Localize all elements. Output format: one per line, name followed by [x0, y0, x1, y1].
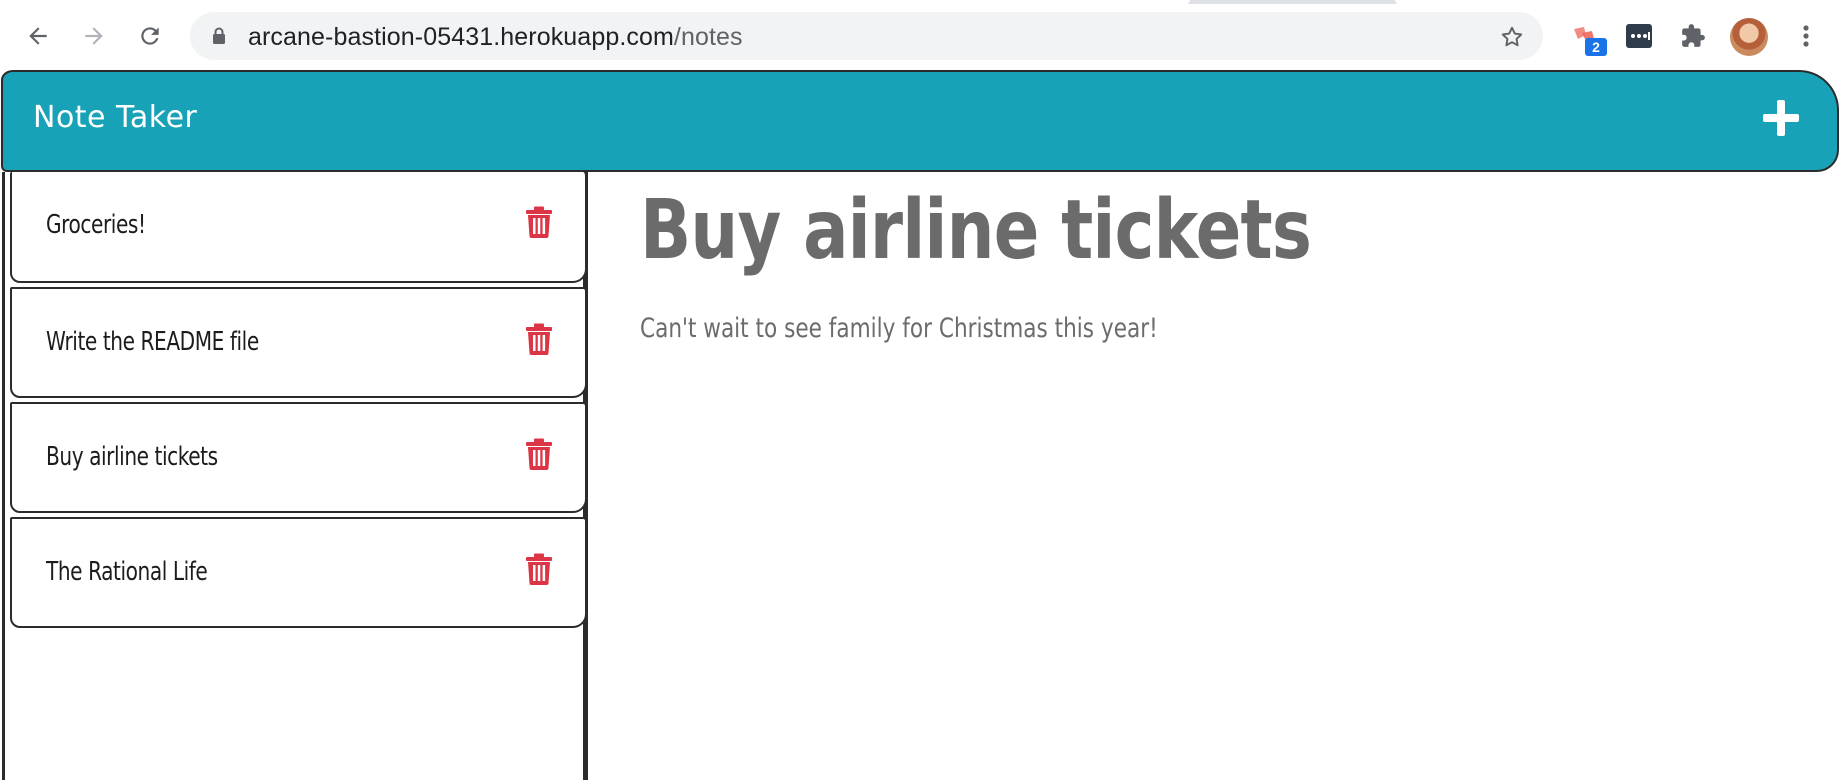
panel-divider	[585, 172, 588, 780]
trash-icon[interactable]	[525, 323, 553, 355]
note-text[interactable]: Can't wait to see family for Christmas t…	[640, 313, 1158, 344]
url-host: arcane-bastion-05431.herokuapp.com	[248, 23, 674, 51]
star-icon[interactable]	[1499, 24, 1525, 50]
plus-icon[interactable]	[1761, 98, 1801, 138]
address-bar[interactable]: arcane-bastion-05431.herokuapp.com/notes	[190, 12, 1543, 60]
trash-icon[interactable]	[525, 438, 553, 470]
lock-icon	[213, 27, 225, 44]
forward-button[interactable]	[74, 16, 114, 56]
note-list-item[interactable]: The Rational Life	[10, 517, 587, 628]
arrow-right-icon	[85, 27, 103, 45]
extension-badge: 2	[1585, 38, 1607, 56]
note-view: Buy airline tickets Can't wait to see fa…	[640, 190, 1458, 345]
arrow-left-icon	[29, 27, 47, 45]
note-list-item[interactable]: Groceries!	[10, 172, 587, 283]
extensions-icon	[1682, 24, 1705, 47]
note-list-item[interactable]: Write the README file	[10, 287, 587, 398]
trash-icon[interactable]	[525, 553, 553, 585]
profile-avatar[interactable]	[1730, 18, 1768, 56]
url-path: /notes	[673, 23, 743, 51]
note-list-item-title: Write the README file	[46, 327, 259, 357]
app-title: Note Taker	[33, 100, 198, 135]
extensions-button[interactable]	[1673, 16, 1713, 56]
note-list-item-title: Buy airline tickets	[46, 442, 218, 472]
password-extension-button[interactable]	[1619, 16, 1659, 56]
note-list-item-title: Groceries!	[46, 210, 146, 240]
kebab-menu-icon	[1803, 25, 1809, 47]
reload-icon	[141, 27, 159, 45]
password-manager-icon	[1626, 24, 1652, 48]
note-title[interactable]: Buy airline tickets	[640, 190, 1312, 272]
back-button[interactable]	[18, 16, 58, 56]
browser-toolbar: arcane-bastion-05431.herokuapp.com/notes…	[0, 4, 1842, 68]
url-text: arcane-bastion-05431.herokuapp.com/notes	[248, 23, 743, 52]
note-list-item-active[interactable]: Buy airline tickets	[10, 402, 587, 513]
reload-button[interactable]	[130, 16, 170, 56]
note-list-item-title: The Rational Life	[46, 557, 208, 587]
extension-button[interactable]: 2	[1565, 16, 1607, 56]
browser-menu-button[interactable]	[1786, 16, 1826, 56]
trash-icon[interactable]	[525, 206, 553, 238]
app-header: Note Taker	[1, 70, 1839, 172]
notes-sidebar: Groceries! Write the README file Buy air…	[2, 172, 587, 780]
